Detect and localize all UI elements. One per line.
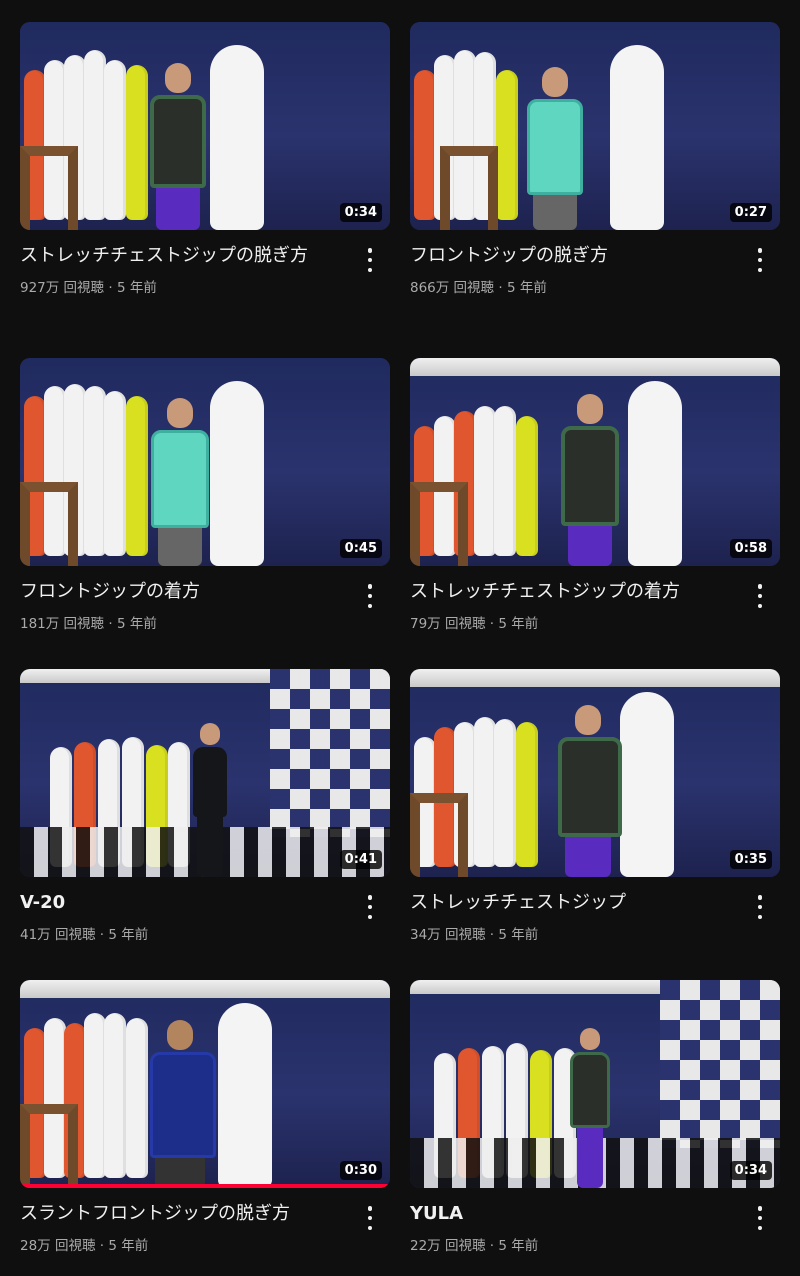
separator: ·	[104, 280, 117, 296]
separator: ·	[485, 927, 499, 943]
more-vert-icon[interactable]	[750, 248, 770, 272]
duration-badge: 0:45	[339, 539, 382, 558]
more-vert-icon[interactable]	[360, 895, 380, 919]
view-count: 927万 回視聴	[20, 280, 105, 296]
more-vert-icon[interactable]	[360, 1206, 380, 1230]
separator: ·	[485, 616, 499, 632]
video-title[interactable]: スラントフロントジップの脱ぎ方	[20, 1201, 346, 1226]
upload-age: 5 年前	[108, 1238, 149, 1254]
video-meta: 181万 回視聴 · 5 年前	[20, 612, 346, 632]
view-count: 28万 回視聴	[20, 1238, 96, 1254]
video-thumbnail[interactable]: 0:27	[410, 22, 780, 230]
video-card[interactable]: 0:34 YULA 22万 回視聴 · 5 年前	[410, 980, 780, 1254]
video-title[interactable]: フロントジップの着方	[20, 579, 346, 604]
separator: ·	[95, 1238, 109, 1254]
view-count: 181万 回視聴	[20, 616, 105, 632]
upload-age: 5 年前	[498, 616, 539, 632]
video-card[interactable]: 0:34 ストレッチチェストジップの脱ぎ方 927万 回視聴 · 5 年前	[20, 22, 390, 296]
video-thumbnail[interactable]: 0:30	[20, 980, 390, 1188]
view-count: 34万 回視聴	[410, 927, 486, 943]
upload-age: 5 年前	[108, 927, 149, 943]
view-count: 41万 回視聴	[20, 927, 96, 943]
view-count: 866万 回視聴	[410, 280, 495, 296]
more-vert-icon[interactable]	[750, 584, 770, 608]
video-thumbnail[interactable]: 0:41	[20, 669, 390, 877]
video-meta: 79万 回視聴 · 5 年前	[410, 612, 736, 632]
video-thumbnail[interactable]: 0:35	[410, 669, 780, 877]
duration-badge: 0:27	[729, 203, 772, 222]
upload-age: 5 年前	[506, 280, 547, 296]
video-thumbnail[interactable]: 0:45	[20, 358, 390, 566]
video-card[interactable]: 0:45 フロントジップの着方 181万 回視聴 · 5 年前	[20, 358, 390, 632]
view-count: 79万 回視聴	[410, 616, 486, 632]
upload-age: 5 年前	[498, 927, 539, 943]
upload-age: 5 年前	[116, 616, 157, 632]
video-meta: 41万 回視聴 · 5 年前	[20, 923, 346, 943]
video-card[interactable]: 0:35 ストレッチチェストジップ 34万 回視聴 · 5 年前	[410, 669, 780, 943]
video-card[interactable]: 0:41 V-20 41万 回視聴 · 5 年前	[20, 669, 390, 943]
duration-badge: 0:34	[339, 203, 382, 222]
video-title[interactable]: ストレッチチェストジップの着方	[410, 579, 736, 604]
more-vert-icon[interactable]	[750, 1206, 770, 1230]
video-meta: 22万 回視聴 · 5 年前	[410, 1234, 736, 1254]
video-card[interactable]: 0:27 フロントジップの脱ぎ方 866万 回視聴 · 5 年前	[410, 22, 780, 296]
video-thumbnail[interactable]: 0:34	[410, 980, 780, 1188]
video-title[interactable]: ストレッチチェストジップ	[410, 890, 736, 915]
upload-age: 5 年前	[498, 1238, 539, 1254]
video-card[interactable]: 0:58 ストレッチチェストジップの着方 79万 回視聴 · 5 年前	[410, 358, 780, 632]
duration-badge: 0:41	[339, 850, 382, 869]
video-title[interactable]: フロントジップの脱ぎ方	[410, 243, 736, 268]
view-count: 22万 回視聴	[410, 1238, 486, 1254]
duration-badge: 0:30	[339, 1161, 382, 1180]
upload-age: 5 年前	[116, 280, 157, 296]
video-meta: 866万 回視聴 · 5 年前	[410, 276, 736, 296]
video-thumbnail[interactable]: 0:34	[20, 22, 390, 230]
duration-badge: 0:34	[729, 1161, 772, 1180]
video-thumbnail[interactable]: 0:58	[410, 358, 780, 566]
duration-badge: 0:35	[729, 850, 772, 869]
more-vert-icon[interactable]	[360, 584, 380, 608]
more-vert-icon[interactable]	[750, 895, 770, 919]
video-meta: 28万 回視聴 · 5 年前	[20, 1234, 346, 1254]
separator: ·	[494, 280, 507, 296]
separator: ·	[104, 616, 117, 632]
video-title[interactable]: YULA	[410, 1201, 736, 1226]
video-card[interactable]: 0:30 スラントフロントジップの脱ぎ方 28万 回視聴 · 5 年前	[20, 980, 390, 1254]
video-title[interactable]: V-20	[20, 890, 346, 915]
video-meta: 34万 回視聴 · 5 年前	[410, 923, 736, 943]
separator: ·	[485, 1238, 499, 1254]
duration-badge: 0:58	[729, 539, 772, 558]
video-meta: 927万 回視聴 · 5 年前	[20, 276, 346, 296]
video-title[interactable]: ストレッチチェストジップの脱ぎ方	[20, 243, 346, 268]
separator: ·	[95, 927, 109, 943]
more-vert-icon[interactable]	[360, 248, 380, 272]
